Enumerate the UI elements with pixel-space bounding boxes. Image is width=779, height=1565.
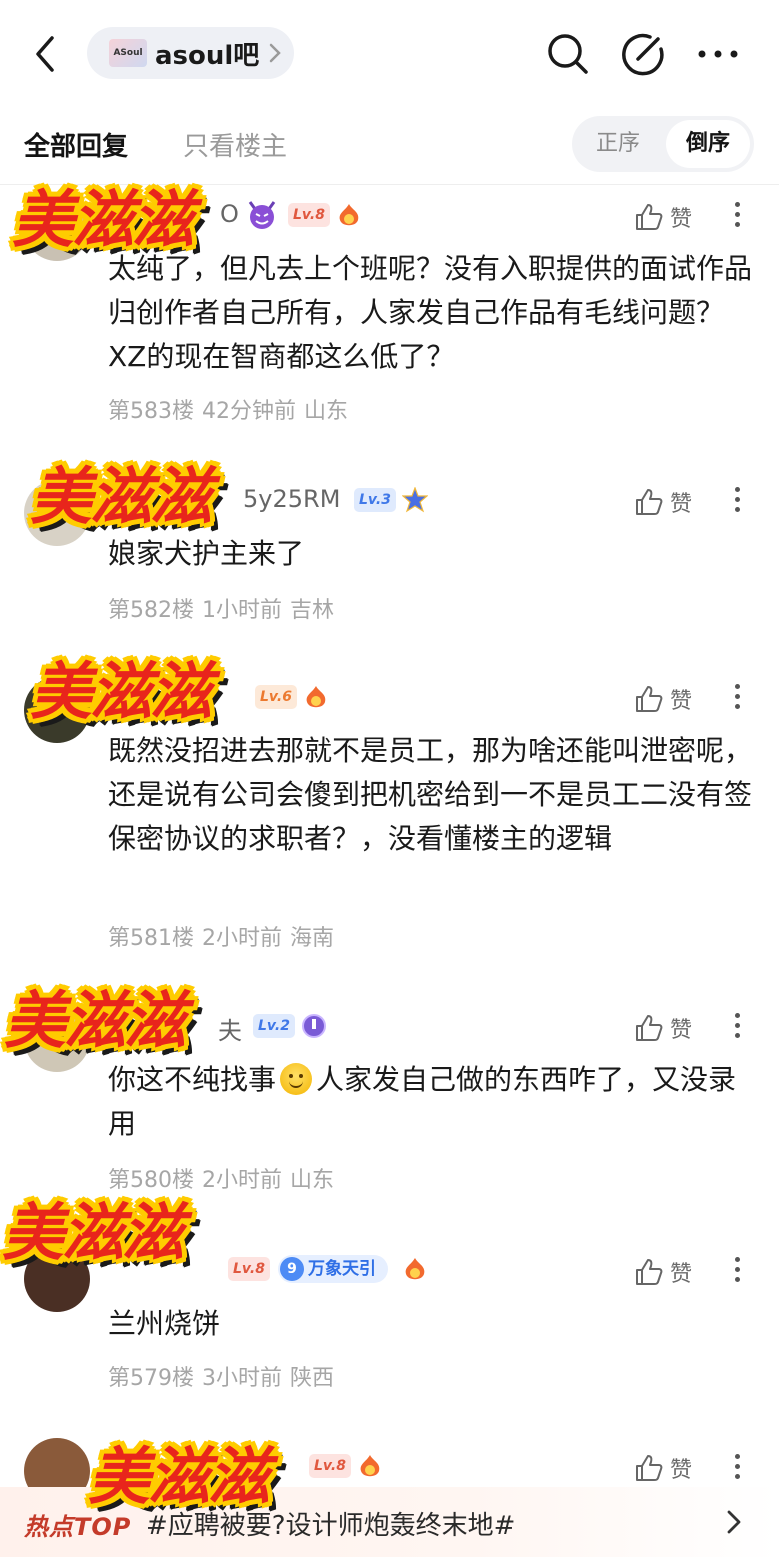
level-badge: Lv.8 — [228, 1257, 270, 1281]
reply-content: 你这不纯找事 人家发自己做的东西咋了，又没录用 — [108, 1058, 758, 1146]
title-badge-label: 万象天引 — [308, 1259, 376, 1279]
sort-asc-button[interactable]: 正序 — [572, 116, 664, 172]
reply-time: 42分钟前 — [202, 399, 296, 424]
like-button[interactable]: 赞 — [634, 683, 692, 715]
reply-more-icon[interactable] — [731, 1013, 743, 1043]
like-button[interactable]: 赞 — [634, 1012, 692, 1044]
more-icon[interactable] — [696, 38, 740, 70]
sort-desc-button[interactable]: 倒序 — [666, 120, 750, 168]
like-button[interactable]: 赞 — [634, 201, 692, 233]
floor-number: 第581楼 — [108, 926, 194, 951]
floor-number: 第582楼 — [108, 598, 194, 623]
sticker-overlay: 美滋滋 — [30, 655, 212, 728]
sticker-overlay: 美滋滋 — [30, 460, 212, 533]
reply-more-icon[interactable] — [731, 1454, 743, 1484]
reply-location: 吉林 — [290, 598, 335, 623]
like-label: 赞 — [670, 1262, 693, 1287]
reply-more-icon[interactable] — [731, 487, 743, 517]
reply-content: 娘家犬护主来了 — [108, 537, 305, 570]
sort-toggle: 正序 倒序 — [572, 116, 754, 172]
edit-icon[interactable] — [620, 31, 666, 77]
reply-meta: 第583楼 42分钟前 山东 — [108, 393, 356, 425]
like-label: 赞 — [670, 207, 693, 232]
reply-item: 夫 Lv.2 赞 你这不纯找事 人家发自己做的东西咋了，又没录用 第580楼 2小时… — [0, 990, 779, 1206]
level-badge: Lv.8 — [288, 203, 330, 227]
like-button[interactable]: 赞 — [634, 1452, 692, 1484]
reply-content: 既然没招进去那就不是员工，那为啥还能叫泄密呢，还是说有公司会傻到把机密给到一不是… — [108, 734, 753, 855]
like-label: 赞 — [670, 492, 693, 517]
reply-item: O Lv.8 赞 太纯了，但凡去上个班呢？没有入职提供的面试作品归创作者自己所有… — [0, 185, 779, 450]
gem-badge-icon — [302, 1014, 326, 1038]
reply-time: 3小时前 — [202, 1366, 282, 1391]
reply-location: 山东 — [290, 1168, 335, 1193]
sticker-overlay: 美滋滋 — [12, 183, 194, 256]
back-arrow-icon[interactable] — [30, 34, 64, 74]
smile-emoji-icon — [280, 1063, 313, 1095]
title-badge: 9 万象天引 — [278, 1255, 388, 1283]
reply-item: Lv.6 赞 既然没招进去那就不是员工，那为啥还能叫泄密呢，还是说有公司会傻到把… — [0, 661, 779, 962]
forum-name: asoul吧 — [155, 40, 260, 71]
reply-location: 陕西 — [290, 1366, 335, 1391]
fire-badge-icon — [360, 1455, 380, 1477]
fire-badge-icon — [306, 686, 326, 708]
like-button[interactable]: 赞 — [634, 486, 692, 518]
reply-meta: 第582楼 1小时前 吉林 — [108, 592, 342, 624]
reply-more-icon[interactable] — [731, 202, 743, 232]
like-label: 赞 — [670, 689, 693, 714]
level-badge: Lv.6 — [255, 685, 297, 709]
reply-more-icon[interactable] — [731, 1257, 743, 1287]
fire-badge-icon — [405, 1258, 425, 1280]
devil-emoji-icon — [248, 201, 276, 229]
tab-all-replies[interactable]: 全部回复 — [24, 126, 128, 163]
floor-number: 第580楼 — [108, 1168, 194, 1193]
reply-meta: 第580楼 2小时前 山东 — [108, 1162, 342, 1194]
star-badge-icon — [402, 487, 428, 513]
top-bar: ASoul asoul吧 — [0, 0, 779, 108]
sticker-overlay: 美滋滋 — [88, 1440, 270, 1513]
level-badge: Lv.8 — [309, 1454, 351, 1478]
thumbs-up-icon — [636, 1455, 663, 1481]
reply-item: 5y25RM Lv.3 赞 娘家犬护主来了 第582楼 1小时前 吉林 美滋滋 — [0, 466, 779, 640]
username[interactable]: O — [220, 200, 239, 228]
thumbs-up-icon — [636, 204, 663, 230]
title-badge-number: 9 — [280, 1257, 304, 1281]
reply-tabs: 全部回复 只看楼主 正序 倒序 — [0, 112, 779, 176]
reply-time: 2小时前 — [202, 926, 282, 951]
thumbs-up-icon — [636, 686, 663, 712]
sticker-overlay: 美滋滋 — [2, 1196, 184, 1269]
reply-more-icon[interactable] — [731, 684, 743, 714]
thumbs-up-icon — [636, 489, 663, 515]
level-badge: Lv.2 — [253, 1014, 295, 1038]
chevron-right-icon — [727, 1510, 741, 1534]
reply-location: 海南 — [290, 926, 335, 951]
reply-content: 太纯了，但凡去上个班呢？没有入职提供的面试作品归创作者自己所有，人家发自己作品有… — [108, 252, 753, 373]
reply-content: 兰州烧饼 — [108, 1307, 221, 1340]
floor-number: 第583楼 — [108, 399, 194, 424]
like-label: 赞 — [670, 1018, 693, 1043]
thumbs-up-icon — [636, 1259, 663, 1285]
reply-location: 山东 — [304, 399, 349, 424]
search-icon[interactable] — [546, 32, 590, 76]
thumbs-up-icon — [636, 1015, 663, 1041]
reply-time: 2小时前 — [202, 1168, 282, 1193]
username[interactable]: 夫 — [218, 1011, 242, 1046]
sticker-overlay: 美滋滋 — [4, 984, 186, 1057]
chevron-right-icon — [270, 43, 282, 63]
reply-content-part: 你这不纯找事 — [108, 1063, 277, 1096]
forum-pill[interactable]: ASoul asoul吧 — [87, 27, 294, 79]
reply-meta: 第581楼 2小时前 海南 — [108, 920, 342, 952]
reply-item: Lv.8 9 万象天引 赞 兰州烧饼 第579楼 3小时前 陕西 美滋滋 — [0, 1202, 779, 1410]
reply-time: 1小时前 — [202, 598, 282, 623]
forum-logo: ASoul — [109, 39, 147, 67]
level-badge: Lv.3 — [354, 488, 396, 512]
username[interactable]: 5y25RM — [243, 485, 340, 513]
fire-badge-icon — [339, 204, 359, 226]
like-button[interactable]: 赞 — [634, 1256, 692, 1288]
like-label: 赞 — [670, 1458, 693, 1483]
reply-meta: 第579楼 3小时前 陕西 — [108, 1360, 342, 1392]
tab-op-only[interactable]: 只看楼主 — [183, 126, 287, 163]
floor-number: 第579楼 — [108, 1366, 194, 1391]
